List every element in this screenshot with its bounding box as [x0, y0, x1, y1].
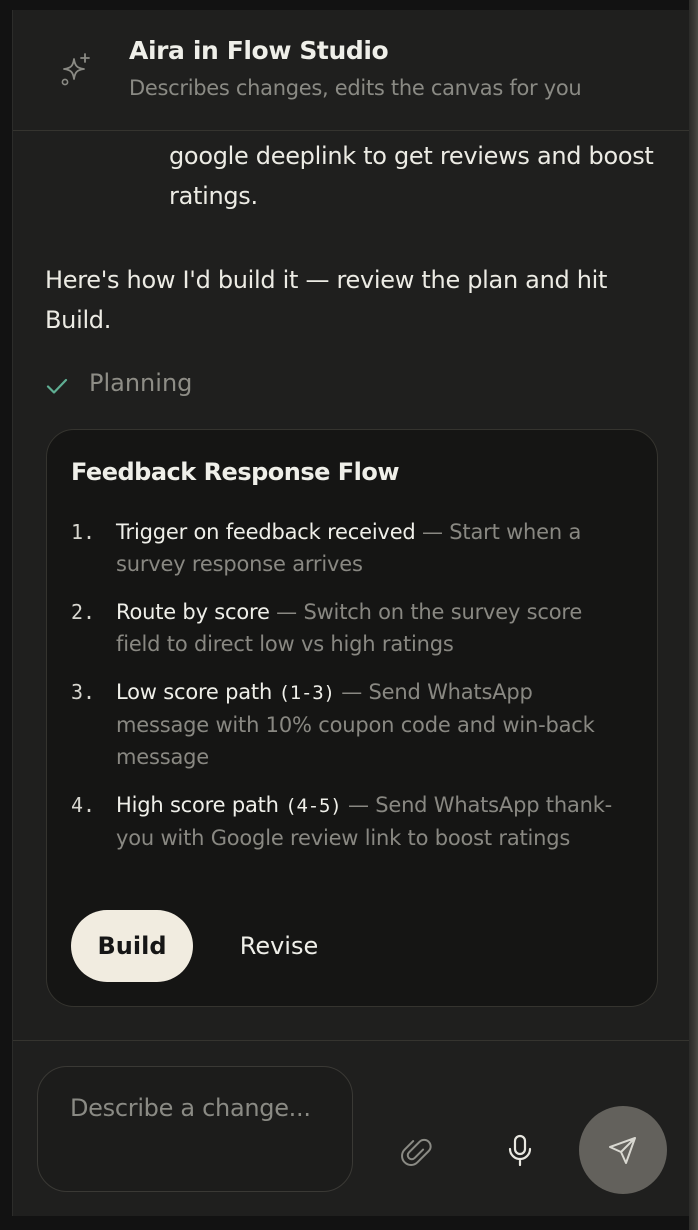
step-label: High score path [116, 793, 286, 817]
panel-subtitle: Describes changes, edits the canvas for … [129, 76, 582, 100]
plan-steps: 1. Trigger on feedback received — Start … [71, 516, 631, 870]
sparkle-icon [61, 53, 90, 86]
send-icon [609, 1137, 636, 1164]
step-number: 4. [71, 793, 96, 817]
message-input[interactable]: Describe a change... [37, 1066, 353, 1192]
assistant-panel: Aira in Flow Studio Describes changes, e… [12, 10, 690, 1216]
build-button[interactable]: Build [71, 910, 193, 982]
plan-step: 1. Trigger on feedback received — Start … [71, 516, 631, 580]
plan-step: 3. Low score path (1-3) — Send WhatsApp … [71, 676, 631, 773]
step-label: Route by score [116, 600, 270, 624]
assistant-message: Here's how I'd build it — review the pla… [45, 266, 608, 334]
microphone-icon [508, 1134, 532, 1167]
plan-step: 2. Route by score — Switch on the survey… [71, 596, 631, 660]
plan-title: Feedback Response Flow [71, 458, 400, 486]
step-label: Trigger on feedback received [116, 520, 416, 544]
check-icon [46, 378, 68, 394]
attach-button[interactable] [399, 1134, 433, 1168]
step-label: Low score path [116, 680, 279, 704]
window-edge [689, 0, 698, 1230]
plan-card: Feedback Response Flow 1. Trigger on fee… [46, 429, 658, 1007]
step-score-range: (4-5) [285, 795, 342, 817]
step-number: 3. [71, 680, 96, 704]
step-number: 2. [71, 600, 96, 624]
panel-title: Aira in Flow Studio [129, 36, 389, 65]
panel-header: Aira in Flow Studio Describes changes, e… [13, 10, 689, 131]
revise-button[interactable]: Revise [215, 910, 343, 982]
paperclip-icon [401, 1138, 432, 1166]
user-message: google deeplink to get reviews and boost… [169, 142, 654, 210]
microphone-button[interactable] [505, 1134, 535, 1168]
step-score-range: (1-3) [278, 682, 335, 704]
composer-divider [13, 1040, 689, 1041]
step-number: 1. [71, 520, 96, 544]
send-button[interactable] [579, 1106, 667, 1194]
status-label: Planning [89, 369, 193, 397]
plan-step: 4. High score path (4-5) — Send WhatsApp… [71, 789, 631, 854]
